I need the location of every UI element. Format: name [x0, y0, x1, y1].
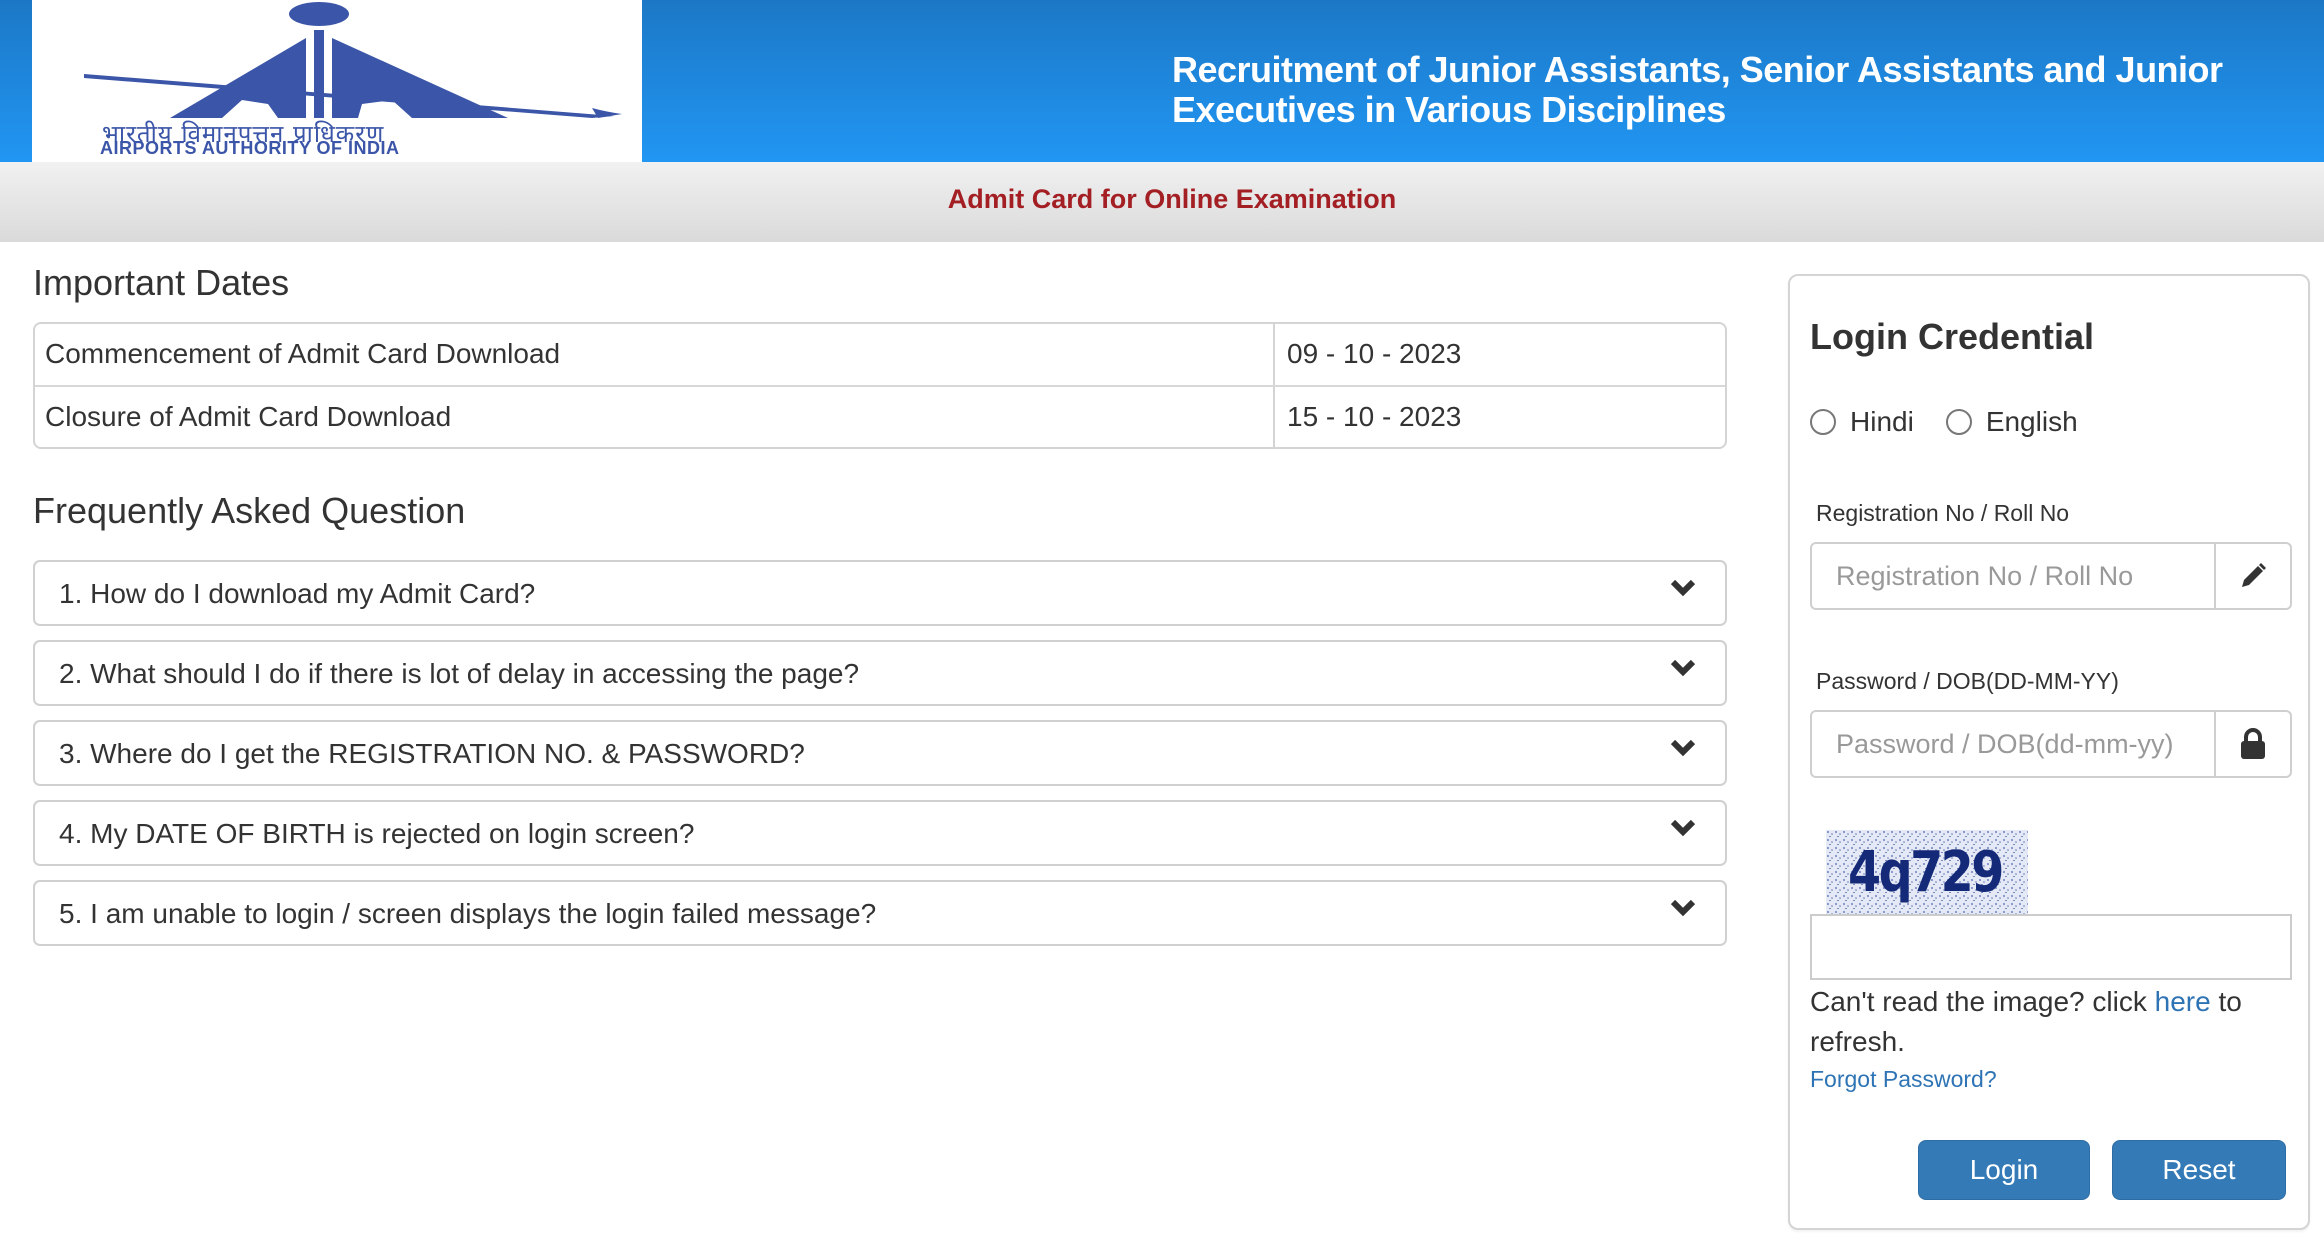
cell-divider [1273, 324, 1275, 386]
reset-button[interactable]: Reset [2112, 1140, 2286, 1200]
captcha-refresh-hint: Can't read the image? click here to refr… [1810, 982, 2280, 1062]
faq-item-5[interactable]: 5. I am unable to login / screen display… [33, 880, 1727, 946]
pencil-icon [2242, 563, 2266, 587]
radio-hindi-label[interactable]: Hindi [1850, 406, 1914, 438]
chevron-down-icon[interactable] [1669, 736, 1697, 760]
password-input-group [1810, 710, 2292, 778]
page-title: Recruitment of Junior Assistants, Senior… [1172, 50, 2272, 130]
table-row: Closure of Admit Card Download 15 - 10 -… [35, 385, 1725, 447]
login-title: Login Credential [1810, 316, 2095, 357]
faq-question: 2. What should I do if there is lot of d… [59, 658, 860, 689]
date-label: Commencement of Admit Card Download [45, 338, 561, 369]
chevron-down-icon[interactable] [1669, 896, 1697, 920]
date-label: Closure of Admit Card Download [45, 401, 452, 432]
chevron-down-icon[interactable] [1669, 576, 1697, 600]
subtitle: Admit Card for Online Examination [947, 184, 1397, 214]
faq-question: 5. I am unable to login / screen display… [59, 898, 877, 929]
chevron-down-icon[interactable] [1669, 816, 1697, 840]
radio-english[interactable] [1945, 409, 1972, 435]
page-title-line-2: Executives in Various Disciplines [1172, 89, 1726, 130]
date-value: 09 - 10 - 2023 [1287, 338, 1462, 369]
captcha-image: 4q729 [1826, 830, 2028, 914]
password-label: Password / DOB(DD-MM-YY) [1816, 668, 2119, 694]
subtitle-bar: Admit Card for Online Examination [0, 162, 2324, 242]
faq-question: 3. Where do I get the REGISTRATION NO. &… [59, 738, 805, 769]
faq-item-2[interactable]: 2. What should I do if there is lot of d… [33, 640, 1727, 706]
page-title-line-1: Recruitment of Junior Assistants, Senior… [1172, 49, 2223, 90]
faq-question: 4. My DATE OF BIRTH is rejected on login… [59, 818, 695, 849]
radio-hindi[interactable] [1810, 409, 1836, 435]
faq-item-3[interactable]: 3. Where do I get the REGISTRATION NO. &… [33, 720, 1727, 786]
faq-item-1[interactable]: 1. How do I download my Admit Card? [33, 560, 1727, 626]
faq-heading: Frequently Asked Question [33, 490, 466, 531]
date-value: 15 - 10 - 2023 [1287, 401, 1462, 432]
chevron-down-icon[interactable] [1669, 656, 1697, 680]
captcha-text: 4q729 [1848, 840, 2004, 905]
login-panel: Login Credential Hindi English Registrat… [1788, 274, 2310, 1230]
registration-input-group [1810, 542, 2292, 610]
table-row: Commencement of Admit Card Download 09 -… [35, 324, 1725, 386]
important-dates-table: Commencement of Admit Card Download 09 -… [33, 322, 1727, 449]
cell-divider [1273, 387, 1275, 447]
registration-addon [2214, 544, 2290, 608]
site-header: भारतीय विमानपत्तन प्राधिकरण AIRPORTS AUT… [0, 0, 2324, 162]
captcha-help-prefix: Can't read the image? click [1810, 986, 2155, 1017]
password-input[interactable] [1812, 712, 2217, 776]
captcha-refresh-link[interactable]: here [2155, 986, 2211, 1017]
password-addon [2214, 712, 2290, 776]
lock-icon [2241, 728, 2265, 759]
login-button[interactable]: Login [1918, 1140, 2090, 1200]
radio-english-label[interactable]: English [1986, 406, 2078, 438]
faq-question: 1. How do I download my Admit Card? [59, 578, 536, 609]
logo-english-text: AIRPORTS AUTHORITY OF INDIA [100, 138, 400, 158]
registration-label: Registration No / Roll No [1816, 500, 2070, 526]
registration-input[interactable] [1812, 544, 2217, 608]
aai-logo: भारतीय विमानपत्तन प्राधिकरण AIRPORTS AUT… [32, 0, 642, 162]
faq-item-4[interactable]: 4. My DATE OF BIRTH is rejected on login… [33, 800, 1727, 866]
important-dates-heading: Important Dates [33, 262, 290, 303]
forgot-password-link[interactable]: Forgot Password? [1810, 1066, 1997, 1093]
captcha-input[interactable] [1810, 914, 2292, 980]
language-selector: Hindi English [1810, 406, 2110, 438]
